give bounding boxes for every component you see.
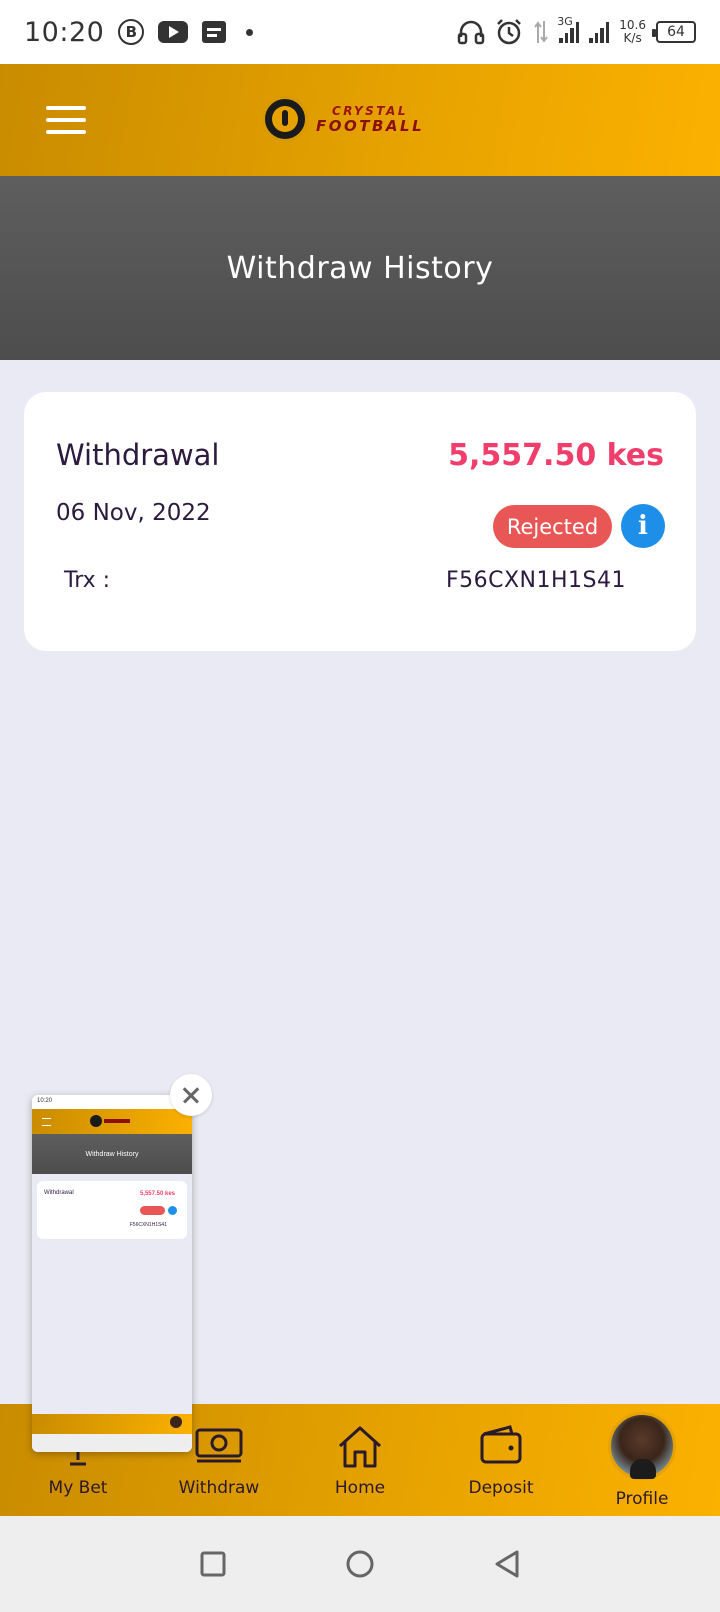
dot-icon [246,28,254,36]
square-icon [200,1551,226,1577]
money-icon [195,1428,243,1463]
nav-label-home: Home [334,1478,386,1498]
status-badge: Rejected [493,505,612,548]
preview-bottom-nav [32,1414,192,1434]
notification-icons: B [118,19,254,45]
preview-title: Withdraw History [32,1134,192,1174]
preview-status-time: 10:20 [32,1095,192,1109]
signal-icon-2 [589,21,610,43]
home-button[interactable] [340,1544,380,1584]
alarm-icon [497,19,522,45]
trx-id: F56CXN1H1S41 [445,568,626,593]
preview-amount: 5,557.50 kes [139,1191,175,1197]
app-logo[interactable]: CRYSTAL FOOTBALL [262,96,424,142]
system-nav-bar [0,1516,720,1612]
close-icon[interactable] [170,1074,212,1116]
b-notification-icon: B [118,19,145,45]
page-banner: Withdraw History [0,176,720,360]
transaction-card: Withdrawal 5,557.50 kes 06 Nov, 2022 Rej… [24,392,696,651]
preview-type: Withdrawal [44,1190,74,1196]
hamburger-icon[interactable] [46,106,86,134]
logo-text: CRYSTAL FOOTBALL [316,105,424,134]
transaction-amount: 5,557.50 kes [448,438,664,473]
page-title: Withdraw History [226,250,494,286]
preview-status-badge [140,1206,165,1215]
wallet-icon [480,1425,522,1464]
nav-label-deposit: Deposit [468,1478,534,1498]
trx-label: Trx : [64,568,111,593]
home-icon [338,1426,382,1468]
status-bar: 10:20 B 3G 10.6 K/s 64 [0,0,720,64]
net-speed-unit: K/s [623,31,642,45]
preview-system-nav [32,1434,192,1452]
net-speed: 10.6 K/s [619,19,646,45]
status-time: 10:20 [24,16,105,48]
nav-deposit[interactable]: Deposit [431,1404,571,1516]
nav-home[interactable]: Home [290,1404,430,1516]
message-icon [202,21,227,43]
preview-info-icon [168,1206,177,1215]
headphones-icon [458,20,485,45]
signal-icon: 3G [557,15,580,43]
preview-card: Withdrawal 5,557.50 kes F56CXN1H1S41 [37,1181,187,1239]
preview-logo-icon [90,1115,130,1127]
transaction-type: Withdrawal [56,438,220,472]
recent-apps-button[interactable] [193,1544,233,1584]
logo-line1: CRYSTAL [332,103,408,118]
nav-label-my-bet: My Bet [48,1478,108,1498]
preview-header [32,1109,192,1134]
app-header: CRYSTAL FOOTBALL [0,64,720,176]
football-badge-icon [262,96,308,142]
nav-label-profile: Profile [615,1489,669,1509]
avatar [608,1412,676,1480]
preview-trx-id: F56CXN1H1S41 [129,1222,167,1228]
youtube-icon [158,21,189,43]
triangle-back-icon [495,1550,519,1578]
back-button[interactable] [487,1544,527,1584]
circle-icon [346,1550,374,1578]
info-icon[interactable]: i [621,504,665,548]
nav-profile[interactable]: Profile [572,1404,712,1516]
data-arrows-icon [534,21,549,43]
system-icons: 3G 10.6 K/s 64 [457,15,696,46]
logo-line2: FOOTBALL [316,116,425,135]
battery-icon: 64 [652,21,696,43]
battery-level: 64 [667,24,685,40]
transaction-date: 06 Nov, 2022 [56,500,211,526]
network-type: 3G [557,15,573,28]
screenshot-preview[interactable]: 10:20 Withdraw History Withdrawal 5,557.… [32,1095,192,1452]
nav-label-withdraw: Withdraw [178,1478,260,1498]
